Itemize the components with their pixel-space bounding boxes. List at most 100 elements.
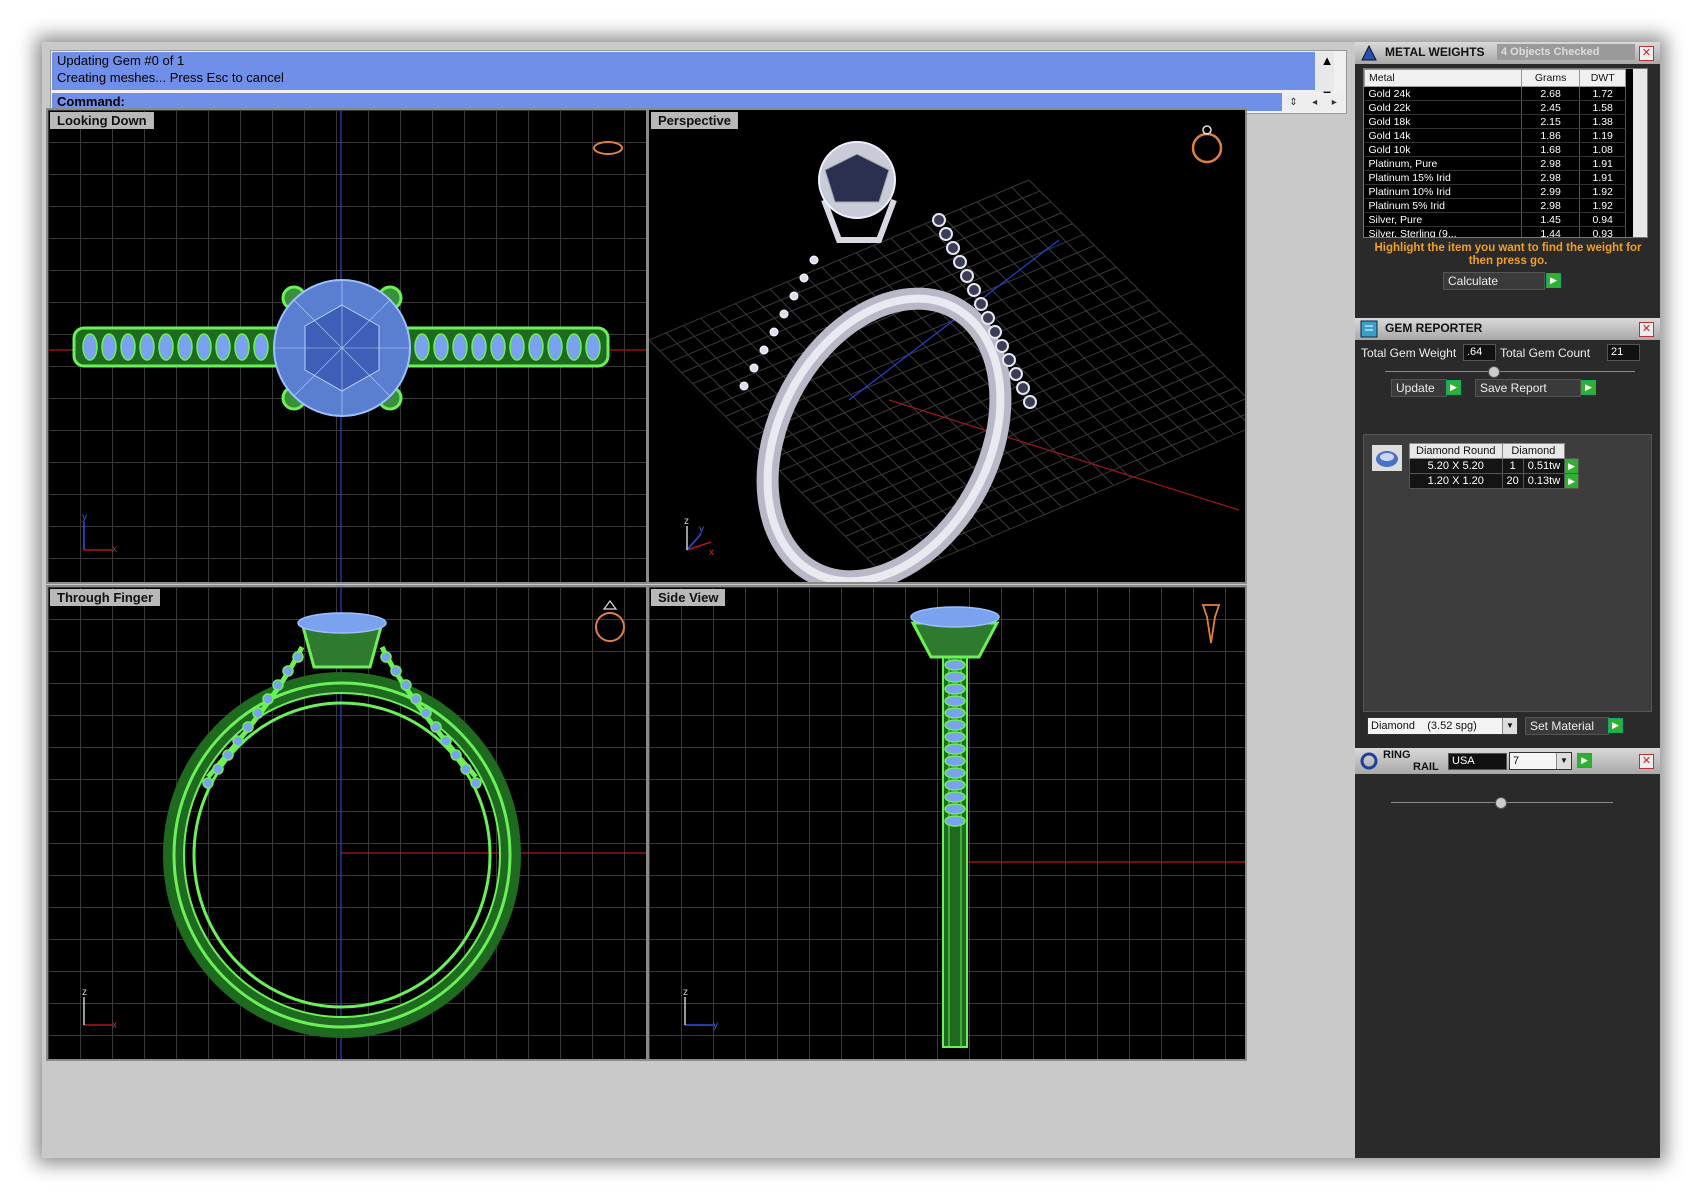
table-row[interactable]: Gold 14k 1.86 1.19 xyxy=(1364,128,1626,143)
chevron-down-icon[interactable]: ▼ xyxy=(1502,718,1517,734)
table-row[interactable]: Platinum, Pure 2.98 1.91 xyxy=(1364,156,1626,171)
set-material-button[interactable]: Set Material xyxy=(1525,717,1609,735)
history-line-2: Creating meshes... Press Esc to cancel xyxy=(57,70,284,85)
gem-size-cell: 1.20 X 1.20 xyxy=(1409,473,1503,489)
ring-rail-title-line2: RAIL xyxy=(1413,761,1439,773)
set-material-label: Set Material xyxy=(1530,719,1595,733)
calculate-go-button[interactable]: ▶ xyxy=(1546,273,1561,288)
grams-cell: 1.86 xyxy=(1521,128,1581,143)
update-go-button[interactable]: ▶ xyxy=(1446,380,1461,395)
table-row[interactable]: Gold 24k 2.68 1.72 xyxy=(1364,86,1626,101)
axis-y-label: y xyxy=(699,524,704,535)
total-gem-weight-label: Total Gem Weight xyxy=(1361,346,1457,360)
side-view-drawing: y z xyxy=(683,604,1245,1048)
viewport-label[interactable]: Looking Down xyxy=(50,112,154,129)
gem-table: Diamond Round Diamond 5.20 X 5.20 1 0.51tw… xyxy=(1409,443,1580,489)
column-header-metal[interactable]: Metal xyxy=(1364,69,1522,87)
set-material-go-button[interactable]: ▶ xyxy=(1608,718,1623,733)
grams-cell: 1.45 xyxy=(1521,212,1581,227)
table-row[interactable]: Platinum 10% Irid 2.99 1.92 xyxy=(1364,184,1626,199)
through-finger-drawing: x z xyxy=(82,587,646,1059)
column-header-dwt[interactable]: DWT xyxy=(1579,69,1626,87)
table-row[interactable]: Gold 10k 1.68 1.08 xyxy=(1364,142,1626,157)
dwt-cell: 0.93 xyxy=(1579,226,1626,237)
dwt-cell: 0.94 xyxy=(1579,212,1626,227)
axis-z-label: z xyxy=(684,516,689,527)
history-scrollbar[interactable]: ▲▼ xyxy=(1315,52,1334,102)
metal-name-cell: Gold 18k xyxy=(1364,114,1522,129)
gem-row-go-button[interactable]: ▶ xyxy=(1564,458,1580,474)
arrow-left-icon[interactable]: ◂ xyxy=(1312,97,1317,108)
chevron-down-icon[interactable]: ▼ xyxy=(1556,753,1571,769)
material-select[interactable]: Diamond (3.52 spg) ▼ xyxy=(1367,717,1518,735)
viewport-perspective[interactable]: Perspective x y z xyxy=(647,108,1247,584)
ring-rail-icon xyxy=(1360,752,1378,770)
total-gem-count-label: Total Gem Count xyxy=(1500,346,1591,360)
close-icon[interactable]: ✕ xyxy=(1639,46,1654,61)
total-gem-count-value: 21 xyxy=(1607,344,1640,361)
ring-size-go-button[interactable]: ▶ xyxy=(1577,753,1592,768)
ring-size-select[interactable]: 7 ▼ xyxy=(1509,752,1572,770)
axis-z-label: z xyxy=(82,987,87,998)
gem-row[interactable]: 1.20 X 1.20 20 0.13tw ▶ xyxy=(1409,473,1580,489)
calculate-select[interactable]: Calculate xyxy=(1443,272,1545,290)
grams-cell: 2.98 xyxy=(1521,198,1581,213)
dwt-cell: 1.91 xyxy=(1579,156,1626,171)
gem-reporter-slider-knob[interactable] xyxy=(1488,366,1500,378)
dwt-cell: 1.38 xyxy=(1579,114,1626,129)
gem-row-go-button[interactable]: ▶ xyxy=(1564,473,1580,489)
ring-size-region[interactable]: USA xyxy=(1448,753,1507,770)
metal-weights-instructions: Highlight the item you want to find the … xyxy=(1374,242,1642,267)
diamond-round-icon xyxy=(1372,445,1402,471)
viewport-through-finger[interactable]: Through Finger x z xyxy=(46,585,648,1061)
ring-rail-slider-knob[interactable] xyxy=(1495,797,1507,809)
metal-name-cell: Platinum 5% Irid xyxy=(1364,198,1522,213)
axis-y-label: y xyxy=(82,512,87,523)
save-report-button[interactable]: Save Report xyxy=(1475,379,1581,397)
gem-header-material[interactable]: Diamond xyxy=(1501,443,1566,459)
dwt-cell: 1.92 xyxy=(1579,198,1626,213)
metal-name-cell: Gold 10k xyxy=(1364,142,1522,157)
app-window: Updating Gem #0 of 1 Creating meshes... … xyxy=(42,42,1660,1158)
table-row[interactable]: Silver, Sterling (9... 1.44 0.93 xyxy=(1364,226,1626,237)
viewport-side-view[interactable]: Side View y z xyxy=(647,585,1247,1061)
metal-weights-title: METAL WEIGHTS xyxy=(1385,45,1485,59)
metal-name-cell: Platinum, Pure xyxy=(1364,156,1522,171)
dwt-cell: 1.19 xyxy=(1579,128,1626,143)
history-line-1: Updating Gem #0 of 1 xyxy=(57,53,185,68)
axis-x-label: x xyxy=(112,1020,117,1031)
viewport-label[interactable]: Side View xyxy=(651,589,726,606)
viewport-looking-down[interactable]: Looking Down x y xyxy=(46,108,648,584)
metal-weights-table[interactable]: Metal Grams DWT Gold 24k 2.68 1.72 Gold 22k… xyxy=(1363,68,1648,238)
update-button[interactable]: Update xyxy=(1391,379,1447,397)
grams-cell: 2.45 xyxy=(1521,100,1581,115)
metal-name-cell: Gold 24k xyxy=(1364,86,1522,101)
gem-header-shape[interactable]: Diamond Round xyxy=(1409,443,1503,459)
metal-weights-scrollbar[interactable] xyxy=(1633,69,1647,237)
grams-cell: 1.44 xyxy=(1521,226,1581,237)
command-scroll-arrows[interactable]: ⇕ ◂ ▸ xyxy=(1282,93,1344,111)
gem-count-cell: 20 xyxy=(1501,473,1524,489)
viewport-label[interactable]: Perspective xyxy=(651,112,738,129)
table-row[interactable]: Gold 22k 2.45 1.58 xyxy=(1364,100,1626,115)
dwt-cell: 1.58 xyxy=(1579,100,1626,115)
arrow-right-icon[interactable]: ▸ xyxy=(1332,97,1337,108)
table-row[interactable]: Silver, Pure 1.45 0.94 xyxy=(1364,212,1626,227)
gem-size-cell: 5.20 X 5.20 xyxy=(1409,458,1503,474)
close-icon[interactable]: ✕ xyxy=(1639,322,1654,337)
table-row[interactable]: Gold 18k 2.15 1.38 xyxy=(1364,114,1626,129)
gem-report-icon xyxy=(1360,320,1378,338)
column-header-grams[interactable]: Grams xyxy=(1520,69,1581,87)
gem-count-cell: 1 xyxy=(1501,458,1524,474)
right-panel: METAL WEIGHTS 4 Objects Checked ✕ Metal … xyxy=(1355,42,1660,1158)
gem-row[interactable]: 5.20 X 5.20 1 0.51tw ▶ xyxy=(1409,458,1580,474)
table-row[interactable]: Platinum 15% Irid 2.98 1.91 xyxy=(1364,170,1626,185)
close-icon[interactable]: ✕ xyxy=(1639,754,1654,769)
total-gem-weight-value: .64 xyxy=(1463,344,1496,361)
table-row[interactable]: Platinum 5% Irid 2.98 1.92 xyxy=(1364,198,1626,213)
perspective-drawing: x y z xyxy=(649,125,1245,582)
spin-icon[interactable]: ⇕ xyxy=(1289,97,1297,108)
save-report-go-button[interactable]: ▶ xyxy=(1581,380,1596,395)
metal-name-cell: Silver, Sterling (9... xyxy=(1364,226,1522,237)
viewport-label[interactable]: Through Finger xyxy=(50,589,161,606)
